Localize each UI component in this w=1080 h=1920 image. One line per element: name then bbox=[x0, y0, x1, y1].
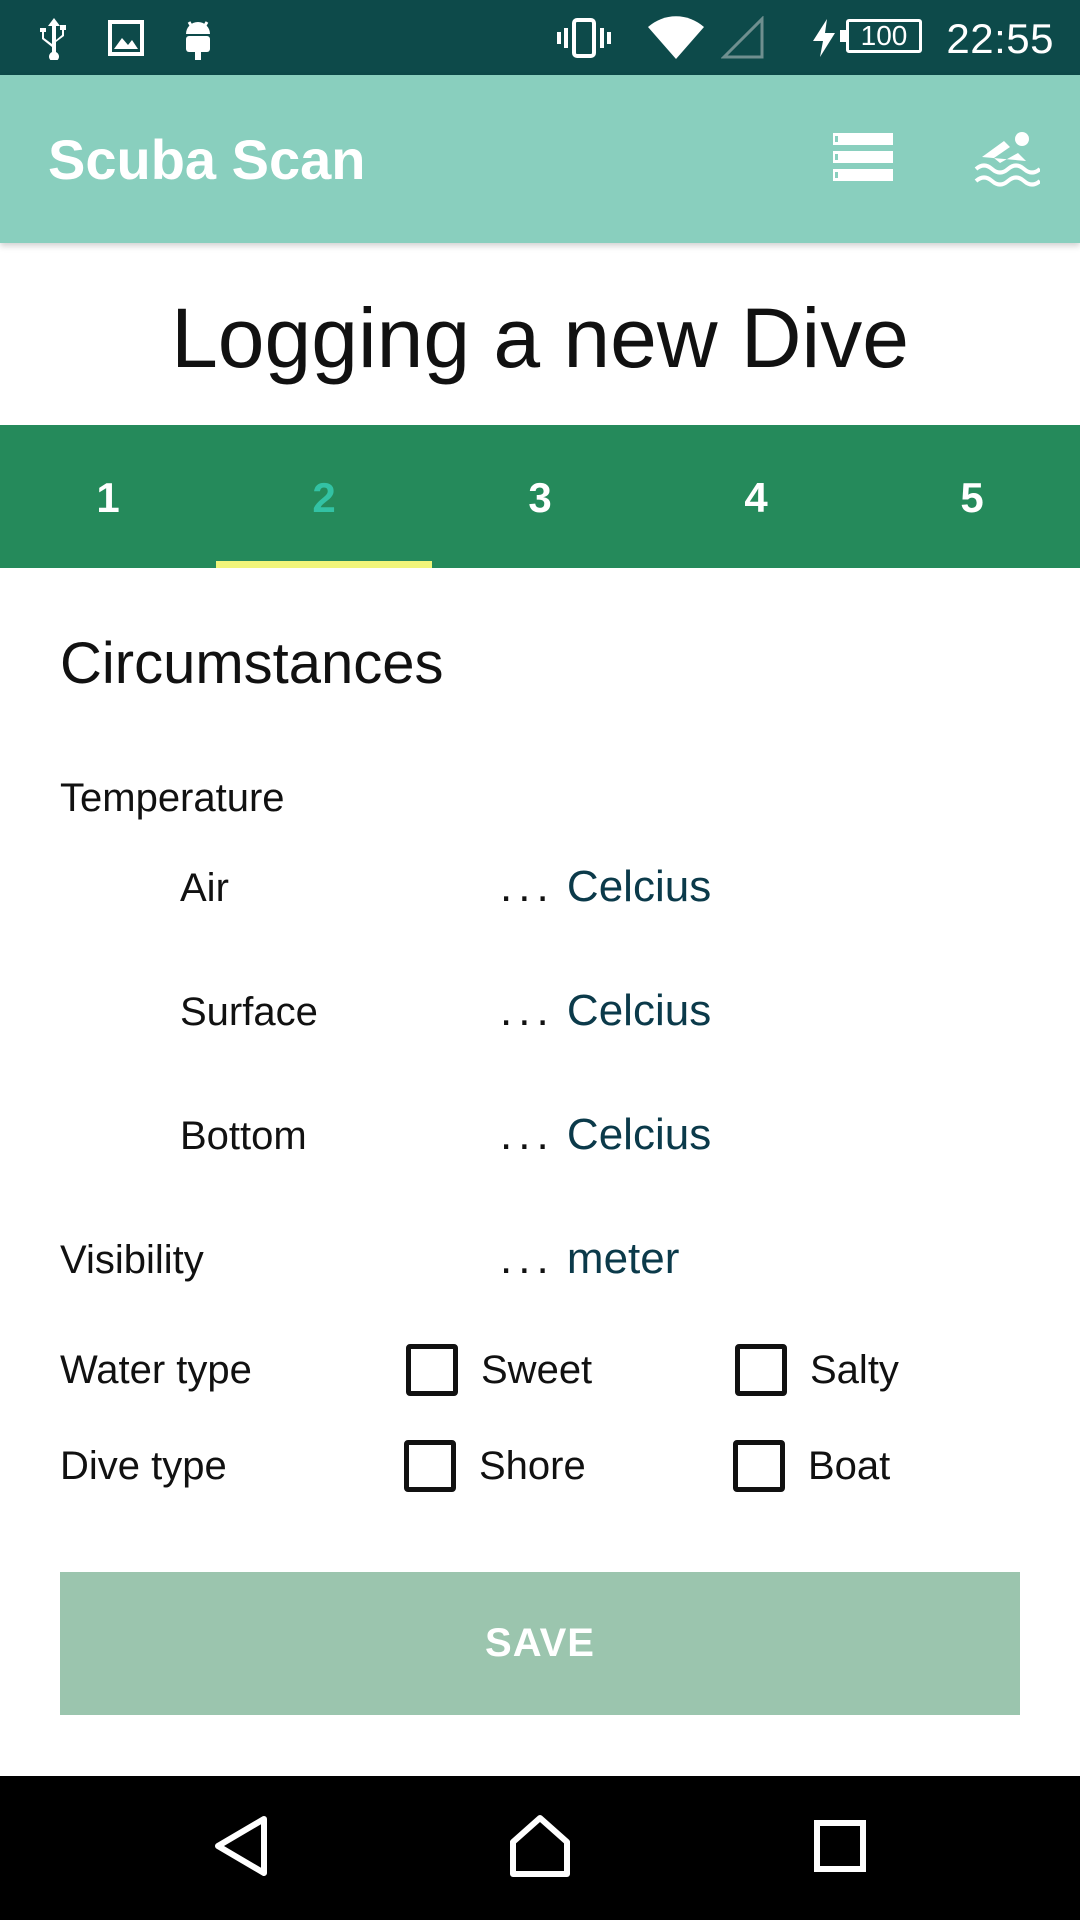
vibrate-icon bbox=[556, 0, 612, 75]
status-time: 22:55 bbox=[946, 15, 1054, 62]
status-bar: 100 22:55 bbox=[0, 0, 1080, 75]
visibility-unit: meter bbox=[566, 1234, 680, 1283]
charging-icon bbox=[808, 0, 840, 75]
image-icon bbox=[106, 0, 146, 75]
bottom-placeholder: ... bbox=[500, 1110, 555, 1159]
surface-temperature-field[interactable]: ... Celcius bbox=[500, 986, 711, 1036]
tab-5[interactable]: 5 bbox=[864, 425, 1080, 568]
bottom-temperature-field[interactable]: ... Celcius bbox=[500, 1110, 711, 1160]
sweet-checkbox[interactable] bbox=[406, 1344, 458, 1396]
swimmer-icon bbox=[974, 127, 1042, 192]
list-icon bbox=[831, 131, 895, 188]
page-title: Logging a new Dive bbox=[171, 291, 909, 385]
back-icon bbox=[212, 1815, 272, 1882]
battery-icon: 100 bbox=[840, 19, 922, 53]
shore-label[interactable]: Shore bbox=[479, 1444, 586, 1489]
boat-label[interactable]: Boat bbox=[808, 1444, 890, 1489]
tab-3[interactable]: 3 bbox=[432, 425, 648, 568]
air-unit: Celcius bbox=[566, 862, 712, 911]
dive-type-label: Dive type bbox=[60, 1444, 227, 1488]
water-type-label: Water type bbox=[60, 1348, 252, 1392]
sweet-label[interactable]: Sweet bbox=[481, 1348, 592, 1393]
tab-4[interactable]: 4 bbox=[648, 425, 864, 568]
step-tabs: 1 2 3 4 5 bbox=[0, 425, 1080, 568]
bottom-unit: Celcius bbox=[566, 1110, 712, 1159]
temperature-label: Temperature bbox=[60, 776, 285, 820]
visibility-field[interactable]: ... meter bbox=[500, 1234, 679, 1284]
home-button[interactable] bbox=[460, 1776, 620, 1920]
back-button[interactable] bbox=[162, 1776, 322, 1920]
recents-button[interactable] bbox=[760, 1776, 920, 1920]
wifi-icon bbox=[644, 0, 708, 75]
surface-unit: Celcius bbox=[566, 986, 712, 1035]
save-button[interactable]: SAVE bbox=[60, 1572, 1020, 1715]
visibility-placeholder: ... bbox=[500, 1234, 555, 1283]
list-button[interactable] bbox=[808, 75, 918, 243]
section-title: Circumstances bbox=[60, 631, 444, 696]
app-title: Scuba Scan bbox=[48, 128, 366, 191]
tab-2[interactable]: 2 bbox=[216, 425, 432, 568]
boat-checkbox[interactable] bbox=[733, 1440, 785, 1492]
salty-label[interactable]: Salty bbox=[810, 1348, 899, 1393]
surface-placeholder: ... bbox=[500, 986, 555, 1035]
bottom-label: Bottom bbox=[180, 1114, 307, 1158]
navigation-bar bbox=[0, 1776, 1080, 1920]
surface-label: Surface bbox=[180, 990, 318, 1034]
recents-icon bbox=[813, 1819, 867, 1878]
tab-1[interactable]: 1 bbox=[0, 425, 216, 568]
air-label: Air bbox=[180, 866, 229, 910]
shore-checkbox[interactable] bbox=[404, 1440, 456, 1492]
home-icon bbox=[507, 1814, 573, 1883]
swimmer-button[interactable] bbox=[952, 75, 1062, 243]
app-bar: Scuba Scan bbox=[0, 75, 1080, 243]
air-placeholder: ... bbox=[500, 862, 555, 911]
visibility-label: Visibility bbox=[60, 1238, 204, 1282]
air-temperature-field[interactable]: ... Celcius bbox=[500, 862, 711, 912]
salty-checkbox[interactable] bbox=[735, 1344, 787, 1396]
android-icon bbox=[178, 0, 218, 75]
signal-icon bbox=[720, 0, 766, 75]
usb-icon bbox=[34, 0, 74, 75]
